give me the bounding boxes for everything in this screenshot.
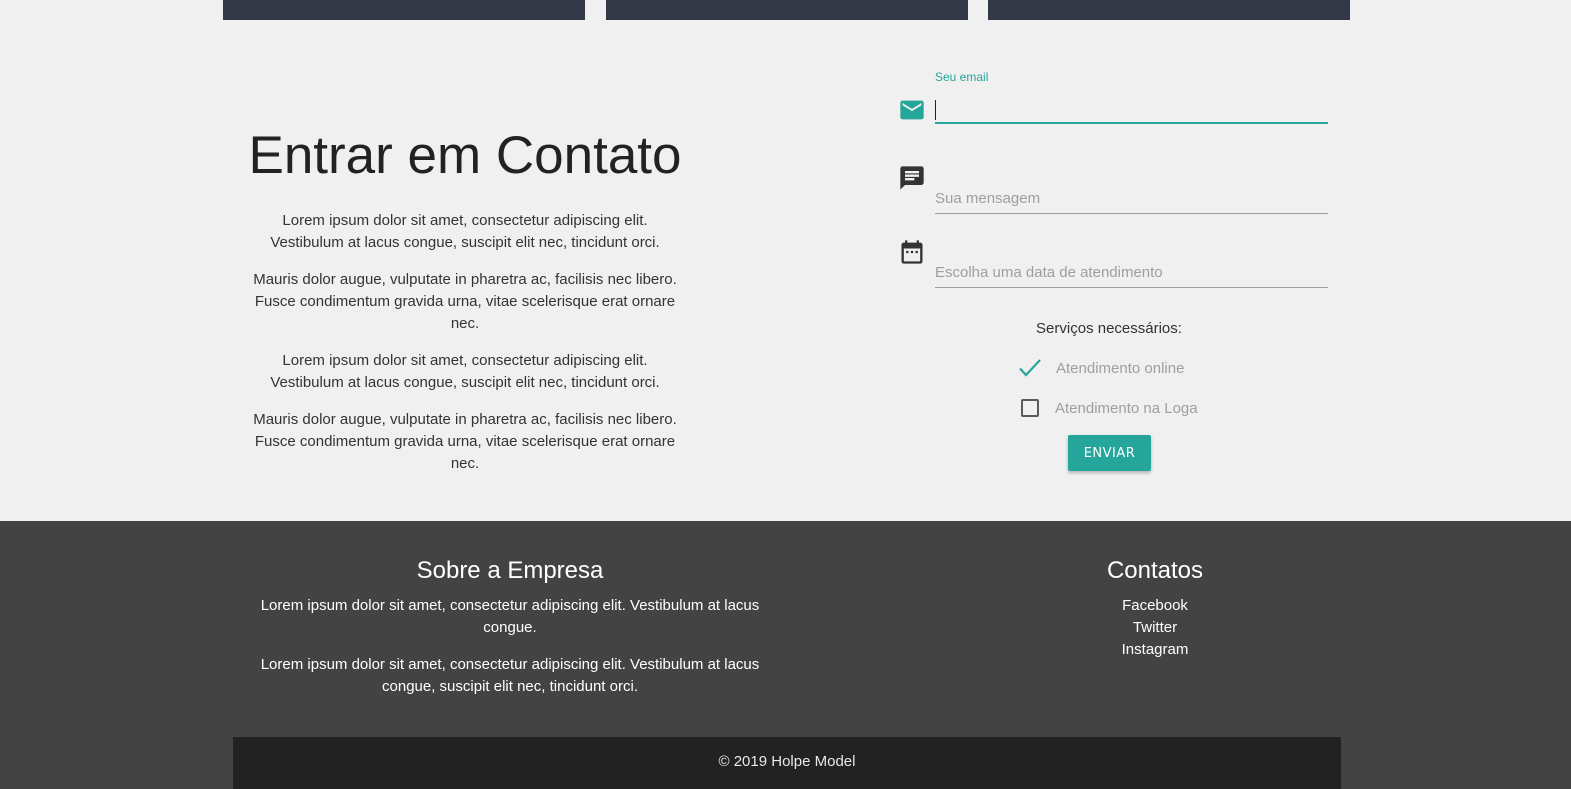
text-caret xyxy=(935,100,936,120)
footer-links: Facebook Twitter Instagram xyxy=(1055,595,1255,661)
contact-paragraphs: Lorem ipsum dolor sit amet, consectetur … xyxy=(246,210,684,475)
copyright-bar: © 2019 Holpe Model xyxy=(233,737,1341,789)
message-icon xyxy=(900,166,924,190)
date-input[interactable] xyxy=(935,258,1328,288)
footer-contacts-title: Contatos xyxy=(1106,557,1204,584)
footer-about-paragraph: Lorem ipsum dolor sit amet, consectetur … xyxy=(260,597,760,636)
footer-contacts: Contatos Facebook Twitter Instagram xyxy=(1055,557,1255,661)
checkbox-empty-icon xyxy=(1021,399,1039,417)
footer: Sobre a Empresa Lorem ipsum dolor sit am… xyxy=(0,521,1571,789)
footer-link-instagram[interactable]: Instagram xyxy=(1055,639,1255,661)
contact-intro: Entrar em Contato Lorem ipsum dolor sit … xyxy=(246,124,684,490)
email-label: Seu email xyxy=(935,70,989,84)
contact-paragraph: Mauris dolor augue, vulputate in pharetr… xyxy=(253,411,677,472)
services-label: Serviços necessários: xyxy=(1036,320,1182,337)
footer-link-twitter[interactable]: Twitter xyxy=(1055,617,1255,639)
contact-paragraph: Mauris dolor augue, vulputate in pharetr… xyxy=(253,271,677,332)
top-card-1 xyxy=(223,0,585,20)
footer-about: Sobre a Empresa Lorem ipsum dolor sit am… xyxy=(255,557,765,713)
calendar-icon xyxy=(901,240,923,264)
footer-about-paragraph: Lorem ipsum dolor sit amet, consectetur … xyxy=(260,656,760,695)
top-card-3 xyxy=(988,0,1350,20)
top-cards-row xyxy=(0,0,1571,20)
checkmark-icon xyxy=(1019,359,1041,377)
submit-button[interactable]: ENVIAR xyxy=(1068,435,1151,471)
checkbox-online[interactable]: Atendimento online xyxy=(1018,356,1184,380)
email-input[interactable] xyxy=(935,94,1328,124)
contact-section: Entrar em Contato Lorem ipsum dolor sit … xyxy=(0,20,1571,521)
top-card-2 xyxy=(606,0,968,20)
checkbox-label: Atendimento na Loga xyxy=(1055,399,1198,417)
checkbox-store[interactable]: Atendimento na Loga xyxy=(1018,396,1198,420)
message-input[interactable] xyxy=(935,184,1328,214)
footer-about-title: Sobre a Empresa xyxy=(416,557,604,584)
checkbox-label: Atendimento online xyxy=(1056,359,1185,377)
footer-link-facebook[interactable]: Facebook xyxy=(1055,595,1255,617)
contact-paragraph: Lorem ipsum dolor sit amet, consectetur … xyxy=(270,352,660,391)
contact-paragraph: Lorem ipsum dolor sit amet, consectetur … xyxy=(270,212,660,251)
email-icon xyxy=(900,100,924,120)
contact-title: Entrar em Contato xyxy=(248,126,682,185)
